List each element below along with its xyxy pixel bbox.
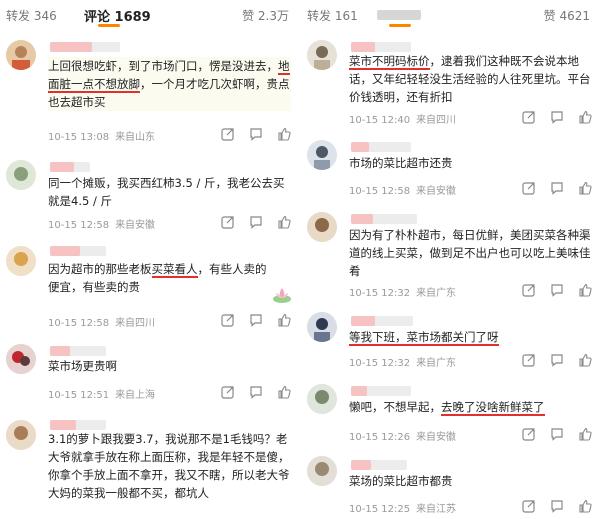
avatar[interactable] — [307, 212, 337, 242]
avatar[interactable] — [307, 312, 337, 342]
comment-icon[interactable] — [249, 215, 263, 229]
comment-actions — [221, 215, 291, 229]
like-icon[interactable] — [578, 499, 592, 513]
share-icon[interactable] — [522, 181, 536, 195]
like-icon[interactable] — [277, 127, 291, 141]
username[interactable] — [351, 142, 411, 152]
tab-comments[interactable]: 评论 1689 — [84, 6, 151, 25]
like-icon[interactable] — [578, 353, 592, 367]
like-icon[interactable] — [578, 110, 592, 124]
tab-comments-blurred[interactable] — [377, 7, 421, 21]
share-icon[interactable] — [522, 427, 536, 441]
left-comments-panel: 转发 346 评论 1689 赞 2.3万 上回很想吃虾，到了市场门口，愣是没进… — [0, 0, 299, 519]
comment-icon[interactable] — [249, 385, 263, 399]
comment-meta: 10-15 12:58 来自安徽 — [349, 186, 457, 197]
username[interactable] — [351, 42, 411, 52]
comment-icon[interactable] — [249, 313, 263, 327]
comment-text: 菜市场更贵啊 — [48, 359, 117, 373]
like-icon[interactable] — [277, 313, 291, 327]
share-icon[interactable] — [522, 499, 536, 513]
share-icon[interactable] — [522, 283, 536, 297]
comment-text: 因为超市的那些老板买菜看人，有些人卖的便宜，有些卖的贵 — [48, 262, 267, 294]
comment-meta: 10-15 12:58 来自四川 — [48, 318, 156, 329]
share-icon[interactable] — [221, 215, 235, 229]
share-icon[interactable] — [221, 127, 235, 141]
comment-icon[interactable] — [550, 499, 564, 513]
like-icon[interactable] — [277, 215, 291, 229]
active-tab-indicator — [98, 24, 120, 27]
comment-actions — [522, 499, 592, 513]
username[interactable] — [351, 460, 407, 470]
comment-text: 懒吧，不想早起，去晚了没啥新鲜菜了 — [349, 400, 545, 416]
avatar[interactable] — [307, 384, 337, 414]
comment-text: 因为有了朴朴超市，每日优鲜，美团买菜各种渠道的线上买菜，做到足不出户也可以吃上美… — [349, 228, 591, 278]
username[interactable] — [50, 246, 106, 256]
comment-icon[interactable] — [550, 427, 564, 441]
comment-actions — [221, 127, 291, 141]
right-tab-bar: 转发 161 赞 4621 — [301, 0, 600, 30]
comment-actions — [522, 427, 592, 441]
comment-meta: 10-15 12:32 来自广东 — [349, 288, 457, 299]
avatar[interactable] — [6, 420, 36, 450]
username[interactable] — [50, 42, 120, 52]
comment-actions — [522, 283, 592, 297]
share-icon[interactable] — [221, 313, 235, 327]
comment-actions — [221, 313, 291, 327]
comment-meta: 10-15 12:51 来自上海 — [48, 390, 156, 401]
comment-icon[interactable] — [550, 353, 564, 367]
comment-meta: 10-15 12:26 来自安徽 — [349, 432, 457, 443]
comment-text: 同一个摊贩，我买西红柿3.5 / 斤，我老公去买就是4.5 / 斤 — [48, 176, 285, 208]
avatar[interactable] — [6, 344, 36, 374]
comment-text: 菜市不明码标价，逮着我们这种既不会说本地话，又年纪轻轻没生活经验的人往死里坑。平… — [349, 54, 591, 104]
like-icon[interactable] — [578, 283, 592, 297]
username[interactable] — [351, 214, 417, 224]
likes-total[interactable]: 赞 2.3万 — [242, 7, 289, 24]
share-icon[interactable] — [221, 385, 235, 399]
comment-text: 等我下班，菜市场都关门了呀 — [349, 330, 499, 346]
like-icon[interactable] — [578, 427, 592, 441]
likes-total[interactable]: 赞 4621 — [544, 7, 590, 24]
active-tab-indicator — [389, 24, 411, 27]
comment-meta: 10-15 12:25 来自江苏 — [349, 504, 457, 515]
comment-text: 上回很想吃虾，到了市场门口，愣是没进去，地面脏一点不想放脚，一个月才吃几次虾啊，… — [48, 57, 291, 111]
comment-icon[interactable] — [550, 110, 564, 124]
comment-actions — [522, 110, 592, 124]
username[interactable] — [50, 420, 106, 430]
avatar[interactable] — [307, 140, 337, 170]
share-icon[interactable] — [522, 110, 536, 124]
avatar[interactable] — [6, 160, 36, 190]
comment-text: 3.1的萝卜跟我要3.7，我说那不是1毛钱吗？老大爷就拿手放在称上面压称，我是年… — [48, 432, 290, 500]
avatar[interactable] — [307, 40, 337, 70]
avatar[interactable] — [6, 246, 36, 276]
comment-meta: 10-15 12:58 来自安徽 — [48, 220, 156, 231]
like-icon[interactable] — [277, 385, 291, 399]
lotus-sticker-icon — [273, 288, 291, 303]
comment-meta: 10-15 13:08 来自山东 — [48, 132, 156, 143]
comment-icon[interactable] — [249, 127, 263, 141]
avatar[interactable] — [6, 40, 36, 70]
username[interactable] — [351, 316, 413, 326]
comment-meta: 10-15 12:32 来自广东 — [349, 358, 457, 369]
comment-actions — [221, 385, 291, 399]
comment-text: 菜场的菜比超市都贵 — [349, 474, 453, 488]
right-comments-panel: 转发 161 赞 4621 菜市不明码标价，逮着我们这种既不会说本地话，又年纪轻… — [301, 0, 600, 519]
username[interactable] — [351, 386, 411, 396]
share-icon[interactable] — [522, 353, 536, 367]
screenshot-composite: 转发 346 评论 1689 赞 2.3万 上回很想吃虾，到了市场门口，愣是没进… — [0, 0, 600, 519]
comment-actions — [522, 181, 592, 195]
username[interactable] — [50, 346, 106, 356]
left-tab-bar: 转发 346 评论 1689 赞 2.3万 — [0, 0, 299, 30]
tab-reposts[interactable]: 转发 346 — [6, 7, 57, 24]
like-icon[interactable] — [578, 181, 592, 195]
username[interactable] — [50, 162, 90, 172]
avatar[interactable] — [307, 456, 337, 486]
comment-icon[interactable] — [550, 283, 564, 297]
comment-meta: 10-15 12:40 来自四川 — [349, 115, 457, 126]
comment-icon[interactable] — [550, 181, 564, 195]
tab-reposts[interactable]: 转发 161 — [307, 7, 358, 24]
comment-actions — [522, 353, 592, 367]
comment-text: 市场的菜比超市还贵 — [349, 156, 453, 170]
